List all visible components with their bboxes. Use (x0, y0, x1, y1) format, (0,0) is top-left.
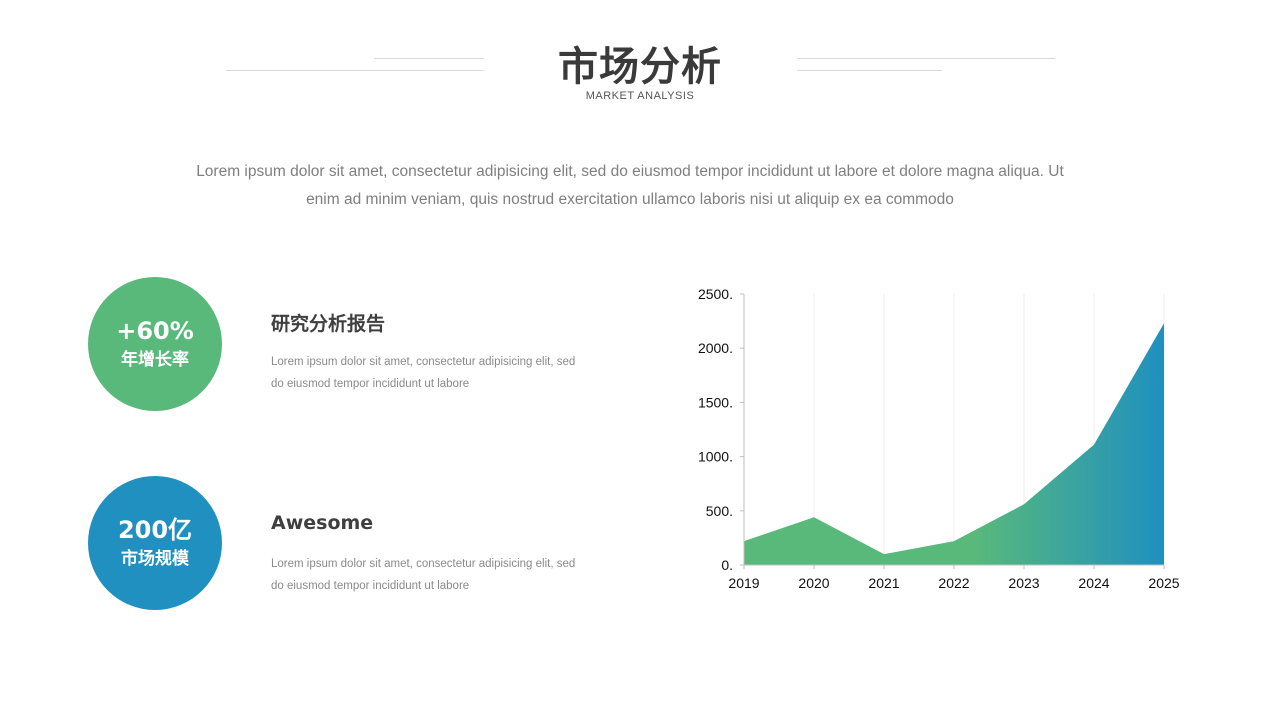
y-tick-label: 1500. (698, 394, 733, 410)
y-tick-label: 500. (706, 503, 733, 519)
area-chart: 0. 500. 1000. 1500. 2000. 2500. 2019 2020 2021 20… (698, 286, 1180, 591)
x-tick-label: 2020 (798, 575, 829, 591)
y-tick-label: 2000. (698, 340, 733, 356)
x-tick-label: 2021 (868, 575, 899, 591)
y-tick-label: 0. (721, 557, 733, 573)
y-tick-label: 2500. (698, 286, 733, 302)
x-tick-label: 2024 (1078, 575, 1109, 591)
y-tick-label: 1000. (698, 449, 733, 465)
x-tick-label: 2025 (1148, 575, 1179, 591)
x-tick-label: 2022 (938, 575, 969, 591)
x-tick-label: 2023 (1008, 575, 1039, 591)
x-tick-label: 2019 (728, 575, 759, 591)
